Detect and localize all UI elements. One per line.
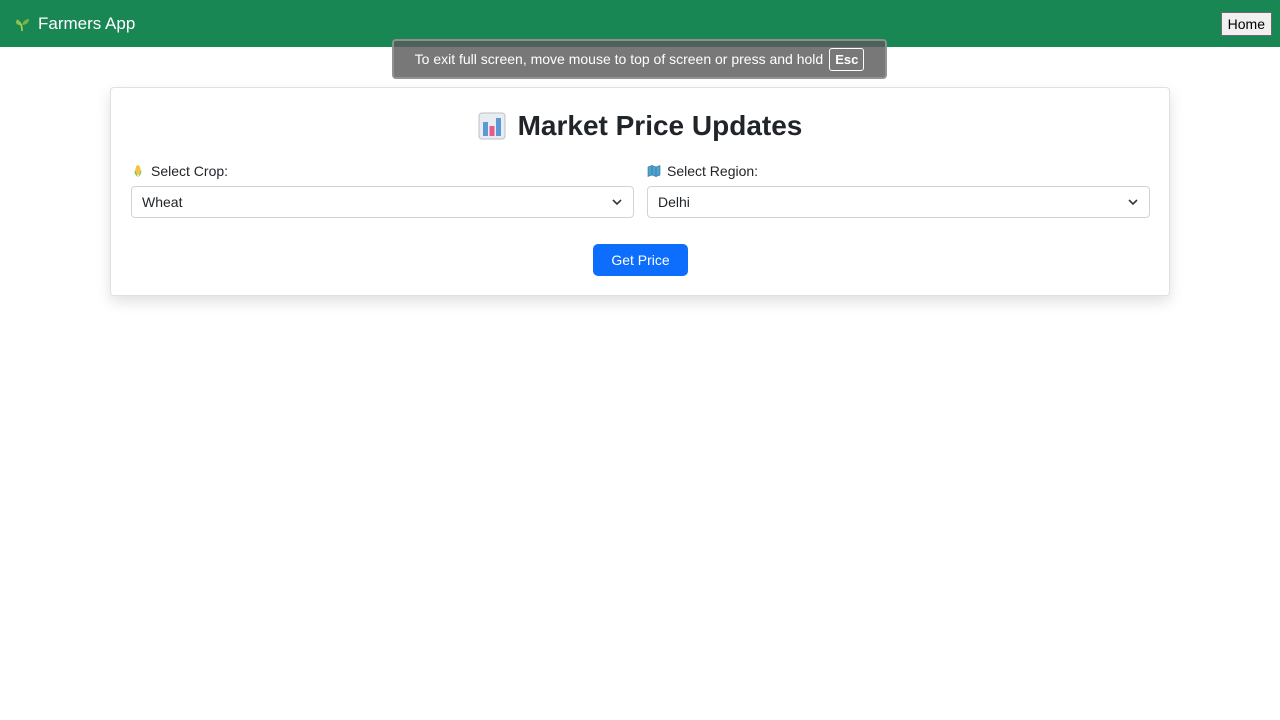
get-price-button[interactable]: Get Price (593, 244, 688, 276)
home-button[interactable]: Home (1220, 11, 1272, 36)
region-label: Select Region: (647, 162, 1150, 180)
crop-select[interactable]: Wheat (131, 186, 634, 218)
corn-icon (131, 164, 145, 178)
chevron-down-icon (1127, 196, 1139, 208)
seedling-icon (14, 16, 30, 32)
brand-name: Farmers App (38, 13, 136, 33)
crop-select-value: Wheat (142, 194, 183, 210)
chevron-down-icon (611, 196, 623, 208)
bar-chart-icon (478, 112, 506, 140)
region-label-text: Select Region: (667, 163, 759, 179)
market-price-card: Market Price Updates Select Crop: Wheat (110, 87, 1170, 296)
page-title-text: Market Price Updates (517, 110, 803, 141)
map-icon (647, 164, 661, 178)
crop-label-text: Select Crop: (151, 163, 229, 179)
esc-key-badge: Esc (829, 47, 865, 71)
page-title: Market Price Updates (111, 110, 1169, 142)
region-field: Select Region: Delhi (647, 162, 1150, 218)
brand[interactable]: Farmers App (14, 14, 135, 34)
crop-field: Select Crop: Wheat (131, 162, 634, 218)
region-select-value: Delhi (658, 194, 690, 210)
crop-label: Select Crop: (131, 162, 634, 180)
fullscreen-exit-notice: To exit full screen, move mouse to top o… (392, 39, 887, 79)
region-select[interactable]: Delhi (647, 186, 1150, 218)
fullscreen-message: To exit full screen, move mouse to top o… (414, 51, 824, 67)
